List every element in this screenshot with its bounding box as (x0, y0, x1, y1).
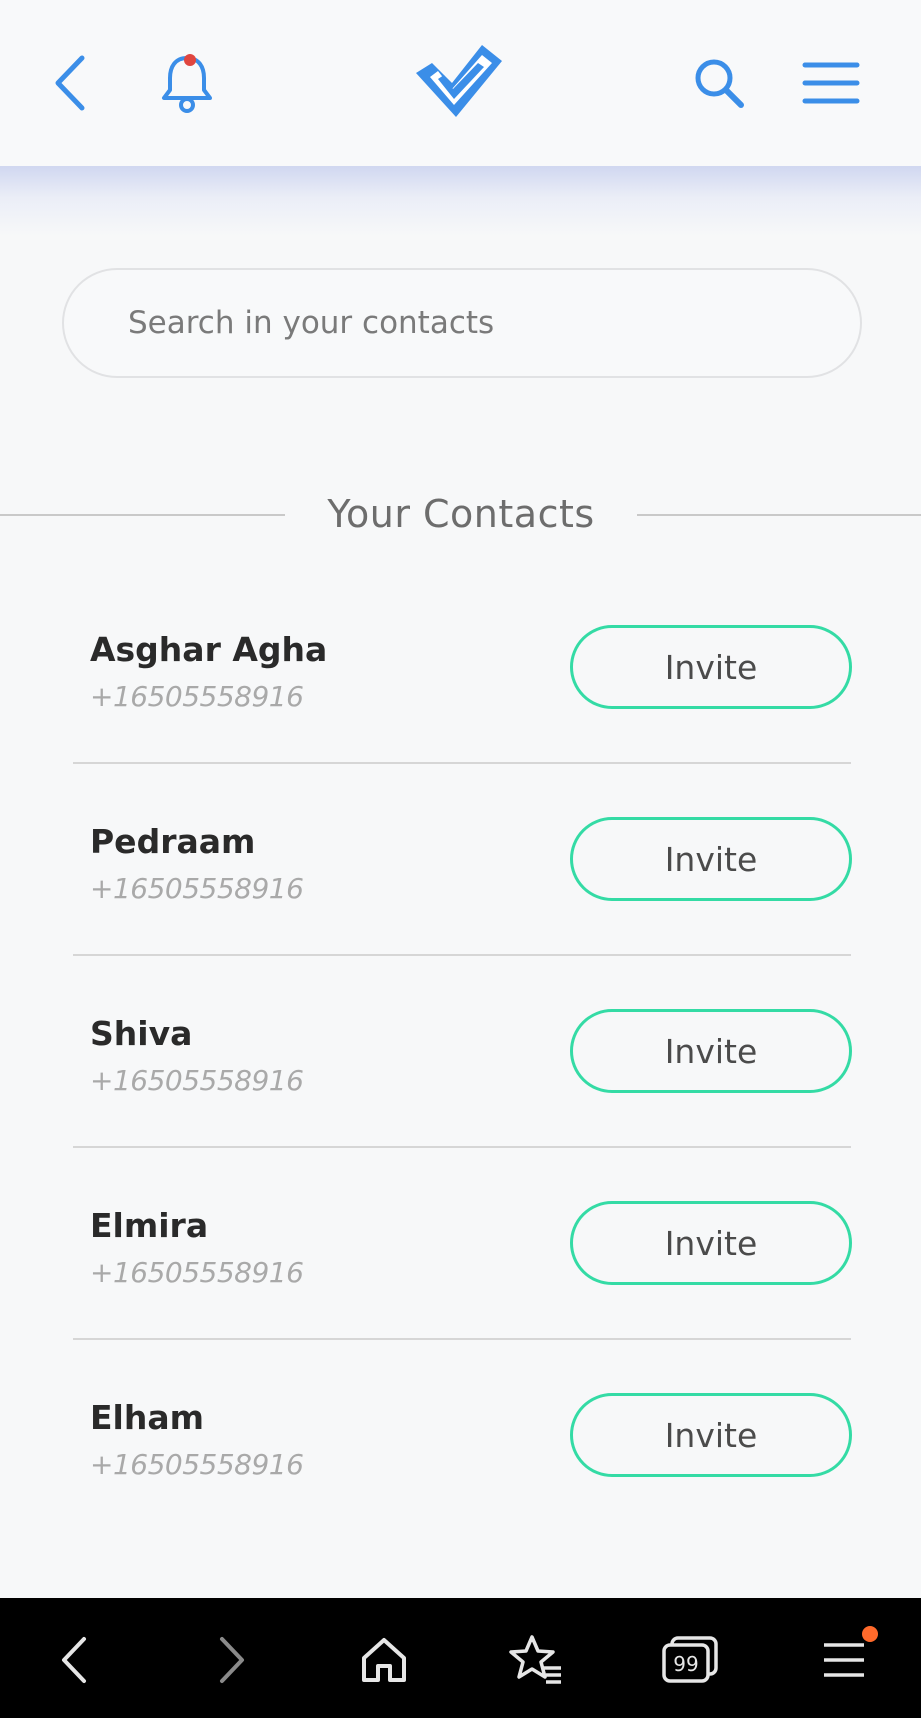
notification-dot (184, 54, 196, 66)
app-header (0, 0, 921, 166)
invite-button[interactable]: Invite (570, 1201, 852, 1285)
contact-name: Elham (90, 1398, 205, 1437)
divider-line-left (0, 514, 285, 516)
contact-list-item: Elham +16505558916 Invite (0, 1388, 921, 1580)
hamburger-menu-icon (802, 62, 860, 104)
main-menu-button[interactable] (796, 48, 866, 118)
row-divider (73, 1338, 851, 1340)
contact-list-item: Shiva +16505558916 Invite (0, 1004, 921, 1196)
contact-phone: +16505558916 (90, 1064, 304, 1097)
contact-name: Asghar Agha (90, 630, 328, 669)
contact-name: Shiva (90, 1014, 193, 1053)
tabs-icon: 99 (662, 1636, 718, 1683)
forward-arrow-icon (220, 1637, 244, 1683)
contact-list: Asghar Agha +16505558916 Invite Pedraam … (0, 620, 921, 1580)
contact-phone: +16505558916 (90, 680, 304, 713)
browser-home-button[interactable] (344, 1620, 424, 1700)
header-shadow (0, 166, 921, 236)
contact-phone: +16505558916 (90, 1256, 304, 1289)
browser-forward-button[interactable] (192, 1620, 272, 1700)
invite-button[interactable]: Invite (570, 1393, 852, 1477)
contact-list-item: Pedraam +16505558916 Invite (0, 812, 921, 1004)
row-divider (73, 762, 851, 764)
browser-back-button[interactable] (34, 1620, 114, 1700)
menu-icon (824, 1643, 864, 1677)
app-logo (404, 30, 512, 126)
browser-tabs-button[interactable]: 99 (650, 1620, 730, 1700)
invite-button[interactable]: Invite (570, 817, 852, 901)
invite-button[interactable]: Invite (570, 625, 852, 709)
menu-notification-badge (862, 1626, 878, 1642)
bookmarks-icon (509, 1635, 561, 1684)
search-icon (695, 59, 744, 108)
contact-search-field[interactable] (62, 268, 862, 378)
header-search-button[interactable] (684, 48, 754, 118)
tabs-count: 99 (673, 1652, 698, 1676)
invite-button[interactable]: Invite (570, 1009, 852, 1093)
contact-name: Elmira (90, 1206, 209, 1245)
section-title: Your Contacts (327, 492, 595, 536)
bell-icon (162, 54, 212, 113)
contact-list-item: Elmira +16505558916 Invite (0, 1196, 921, 1388)
contacts-section-header: Your Contacts (0, 488, 921, 540)
row-divider (73, 1146, 851, 1148)
double-check-logo-icon (416, 45, 502, 117)
back-button[interactable] (40, 48, 100, 118)
notifications-button[interactable] (152, 48, 222, 118)
browser-bottom-nav: 99 (0, 1598, 921, 1718)
chevron-left-icon (55, 55, 85, 111)
contact-list-item: Asghar Agha +16505558916 Invite (0, 620, 921, 812)
contact-search-input[interactable] (64, 270, 860, 376)
contact-phone: +16505558916 (90, 1448, 304, 1481)
browser-bookmarks-button[interactable] (496, 1620, 576, 1700)
home-icon (362, 1638, 406, 1682)
browser-menu-button[interactable] (804, 1620, 884, 1700)
back-arrow-icon (62, 1637, 86, 1683)
contact-phone: +16505558916 (90, 872, 304, 905)
row-divider (73, 954, 851, 956)
contact-name: Pedraam (90, 822, 256, 861)
divider-line-right (637, 514, 921, 516)
